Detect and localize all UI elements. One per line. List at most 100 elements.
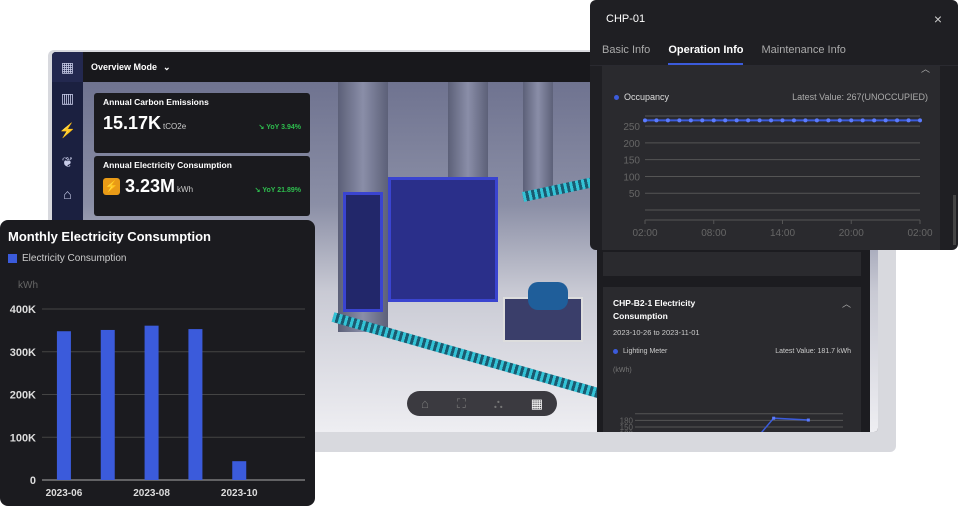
data-point xyxy=(769,118,774,123)
electricity-section: CHP-B2-1 Electricity Consumption ︿ 2023-1… xyxy=(603,287,861,432)
data-point xyxy=(757,118,762,123)
bar-2023-07 xyxy=(100,329,115,480)
data-point xyxy=(711,118,716,123)
data-point xyxy=(643,118,647,123)
mode-label: Overview Mode xyxy=(91,61,158,72)
x-tick-label: 02:00 xyxy=(632,228,657,239)
energy-icon[interactable]: ⚡ xyxy=(52,114,83,146)
y-tick-label: 400K xyxy=(10,304,36,316)
y-tick-label: 0 xyxy=(30,475,36,487)
data-point xyxy=(734,118,739,123)
bar-2023-06 xyxy=(56,331,71,480)
chevron-up-icon[interactable]: ︿ xyxy=(842,297,851,323)
x-tick-label: 20:00 xyxy=(839,228,864,239)
y-tick-label: 200 xyxy=(623,139,640,150)
data-point xyxy=(806,418,810,422)
chart-title: Monthly Electricity Consumption xyxy=(8,229,211,244)
card-title: Annual Carbon Emissions xyxy=(103,97,209,107)
lightning-icon: ⚡ xyxy=(103,178,120,195)
building-icon[interactable]: ▦ xyxy=(52,52,83,82)
data-point xyxy=(665,118,670,123)
x-tick-label: 08:00 xyxy=(701,228,726,239)
layout-grid-icon[interactable]: ▦ xyxy=(531,396,543,412)
mode-selector[interactable]: Overview Mode ⌄ xyxy=(91,62,171,73)
occupancy-section: ︿ Occupancy Latest Value: 267(UNOCCUPIED)… xyxy=(602,64,940,250)
data-point xyxy=(791,118,796,123)
data-point xyxy=(700,118,705,123)
y-tick-label: 250 xyxy=(623,122,640,133)
tab-basic-info[interactable]: Basic Info xyxy=(602,38,650,65)
x-tick-label: 2023-08 xyxy=(133,488,170,499)
yoy-text: YoY 3.94% xyxy=(266,124,301,131)
y-tick-label: 200K xyxy=(10,390,36,402)
card-value: 3.23M xyxy=(125,176,176,196)
data-point xyxy=(688,118,693,123)
view-toolbar: ⌂ ⛶ ⛬ ▦ xyxy=(407,391,557,416)
tab-operation-info[interactable]: Operation Info xyxy=(668,38,744,65)
x-tick-label: 02:00 xyxy=(907,228,932,239)
latest-value: Latest Value: 181.7 kWh xyxy=(775,348,851,355)
y-tick-label: 150 xyxy=(623,156,640,167)
occupancy-chart: 50 100 150 200 250 02:00 08:00 14:00 20:00 02:00 xyxy=(623,115,933,239)
data-point xyxy=(918,118,922,123)
legend-label: Occupancy xyxy=(624,92,670,102)
data-point xyxy=(780,118,785,123)
y-unit: (kWh) xyxy=(613,367,632,374)
lighting-meter-chart: 306090120150180 xyxy=(620,413,843,432)
legend-swatch xyxy=(8,254,17,263)
x-tick-label: 14:00 xyxy=(770,228,795,239)
electricity-detail-panel: CHP-B2-1 Electricity Consumption ︿ 2023-1… xyxy=(597,250,870,432)
legend-label: Electricity Consumption xyxy=(22,253,127,264)
leaf-icon[interactable]: ❦ xyxy=(52,146,83,178)
y-tick-label: 180 xyxy=(620,416,634,425)
yoy-badge: ↘ YoY 21.89% xyxy=(255,186,301,194)
x-tick-label: 2023-06 xyxy=(46,488,83,499)
home-icon[interactable]: ⌂ xyxy=(421,396,429,411)
data-point xyxy=(803,118,808,123)
close-icon[interactable]: × xyxy=(934,11,942,27)
date-range: 2023-10-26 to 2023-11-01 xyxy=(613,328,700,337)
card-unit: kWh xyxy=(177,185,194,194)
card-unit: tCO2e xyxy=(163,122,187,131)
card-title: Annual Electricity Consumption xyxy=(103,160,232,170)
data-point xyxy=(772,416,776,420)
data-point xyxy=(872,118,877,123)
data-point xyxy=(654,118,659,123)
yoy-badge: ↘ YoY 3.94% xyxy=(259,123,301,131)
tab-maintenance-info[interactable]: Maintenance Info xyxy=(761,38,845,65)
chart-legend: Electricity Consumption xyxy=(0,244,315,264)
legend-label: Lighting Meter xyxy=(623,348,668,355)
monthly-bar-chart: kWh 0 100K 200K 300K 400K 2023-06 2023-08 2023-1… xyxy=(10,280,305,499)
data-point xyxy=(826,118,831,123)
bar-2023-09 xyxy=(188,329,203,480)
card-value: 15.17K xyxy=(103,113,162,133)
data-point xyxy=(906,118,911,123)
tab-bar: Basic Info Operation Info Maintenance In… xyxy=(590,38,958,66)
chevron-up-icon[interactable]: ︿ xyxy=(921,62,930,75)
y-tick-label: 100 xyxy=(623,172,640,183)
panel-title: CHP-01 xyxy=(606,13,646,25)
x-tick-label: 2023-10 xyxy=(221,488,258,499)
data-point xyxy=(895,118,900,123)
hierarchy-icon[interactable]: ⛬ xyxy=(494,396,503,412)
scrollbar[interactable] xyxy=(953,195,956,245)
data-point xyxy=(860,118,865,123)
equipment-detail-panel: CHP-01 × Basic Info Operation Info Mainte… xyxy=(590,0,958,250)
yoy-text: YoY 21.89% xyxy=(262,187,301,194)
data-point xyxy=(746,118,751,123)
chevron-down-icon: ⌄ xyxy=(163,61,171,72)
bar-chart-icon[interactable]: ▥ xyxy=(52,82,83,114)
latest-value: Latest Value: 267(UNOCCUPIED) xyxy=(792,92,928,102)
data-point xyxy=(814,118,819,123)
y-tick-label: 100K xyxy=(10,432,36,444)
y-tick-label: 300K xyxy=(10,347,36,359)
focus-icon[interactable]: ⛶ xyxy=(457,396,466,412)
data-point xyxy=(837,118,842,123)
bar-2023-08 xyxy=(144,325,159,480)
home-icon[interactable]: ⌂ xyxy=(52,178,83,210)
carbon-emissions-card: Annual Carbon Emissions 15.17K tCO2e ↘ YoY… xyxy=(94,93,310,153)
data-point xyxy=(723,118,728,123)
y-tick-label: 50 xyxy=(629,189,641,200)
section-title: CHP-B2-1 Electricity Consumption xyxy=(613,298,696,321)
data-point xyxy=(677,118,682,123)
